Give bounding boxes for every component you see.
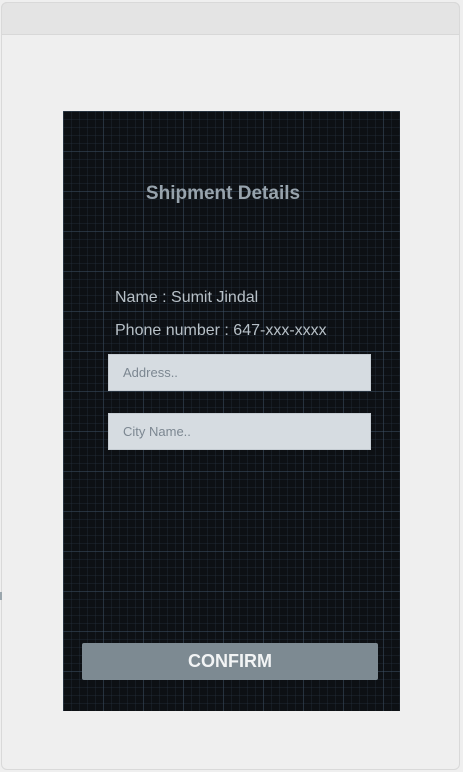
resize-handle[interactable] — [0, 592, 2, 600]
customer-phone: Phone number : 647-xxx-xxxx — [115, 322, 327, 339]
confirm-button[interactable]: CONFIRM — [82, 643, 378, 680]
city-input[interactable] — [108, 413, 371, 450]
mobile-screen: Shipment Details Name : Sumit Jindal Pho… — [63, 111, 400, 711]
page-title: Shipment Details — [145, 183, 301, 204]
app-window: Shipment Details Name : Sumit Jindal Pho… — [0, 0, 463, 772]
window-titlebar — [1, 2, 460, 35]
customer-name: Name : Sumit Jindal — [115, 289, 259, 306]
address-input[interactable] — [108, 354, 371, 391]
